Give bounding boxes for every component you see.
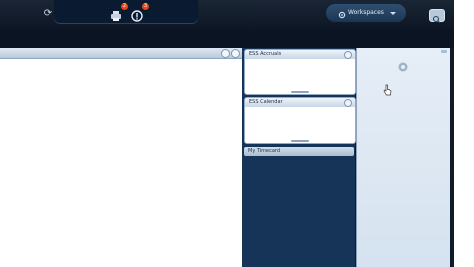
resize-handle[interactable] xyxy=(291,91,309,93)
main-panel-header xyxy=(0,48,242,59)
widget-ess-calendar: ESS Calendar xyxy=(244,97,356,144)
close-icon[interactable] xyxy=(231,49,240,58)
close-icon[interactable] xyxy=(344,99,352,107)
close-icon[interactable] xyxy=(344,51,352,59)
widget-title: ESS Accruals xyxy=(249,51,282,57)
info-icon[interactable]: 3 xyxy=(131,3,149,22)
widget-header[interactable]: ESS Accruals xyxy=(245,50,355,59)
sync-icon[interactable]: ⟳ xyxy=(42,8,54,20)
widget-column: ESS Accruals ESS Calendar My Timecard xyxy=(242,48,356,267)
loading-spinner-icon xyxy=(397,58,409,72)
app-window: ⟳ 2 3 Workspaces ESS Accruals ESS Calend… xyxy=(0,0,454,267)
top-toolbar: ⟳ 2 3 Workspaces xyxy=(0,0,454,30)
printer-icon[interactable]: 2 xyxy=(110,3,128,21)
right-panel xyxy=(356,48,450,267)
chevron-down-icon xyxy=(390,12,396,15)
widget-my-timecard[interactable]: My Timecard xyxy=(244,147,354,156)
widget-title: ESS Calendar xyxy=(249,99,283,105)
workspaces-button[interactable]: Workspaces xyxy=(326,4,406,22)
sub-toolbar xyxy=(0,30,454,48)
hand-cursor-icon xyxy=(383,81,392,96)
notification-panel: 2 3 xyxy=(54,0,198,24)
resize-handle[interactable] xyxy=(291,140,309,142)
widget-ess-accruals: ESS Accruals xyxy=(244,49,356,95)
main-content-panel xyxy=(0,48,242,267)
notification-badge: 2 xyxy=(121,3,128,10)
search-icon xyxy=(432,15,441,24)
notification-badge: 3 xyxy=(142,3,149,10)
gear-icon xyxy=(338,9,346,19)
widget-header[interactable]: ESS Calendar xyxy=(245,98,355,107)
workspaces-label: Workspaces xyxy=(348,9,384,16)
search-button[interactable] xyxy=(429,9,445,24)
collapse-icon[interactable] xyxy=(441,50,447,53)
panel-menu-icon[interactable] xyxy=(221,49,230,58)
widget-title: My Timecard xyxy=(248,148,281,154)
